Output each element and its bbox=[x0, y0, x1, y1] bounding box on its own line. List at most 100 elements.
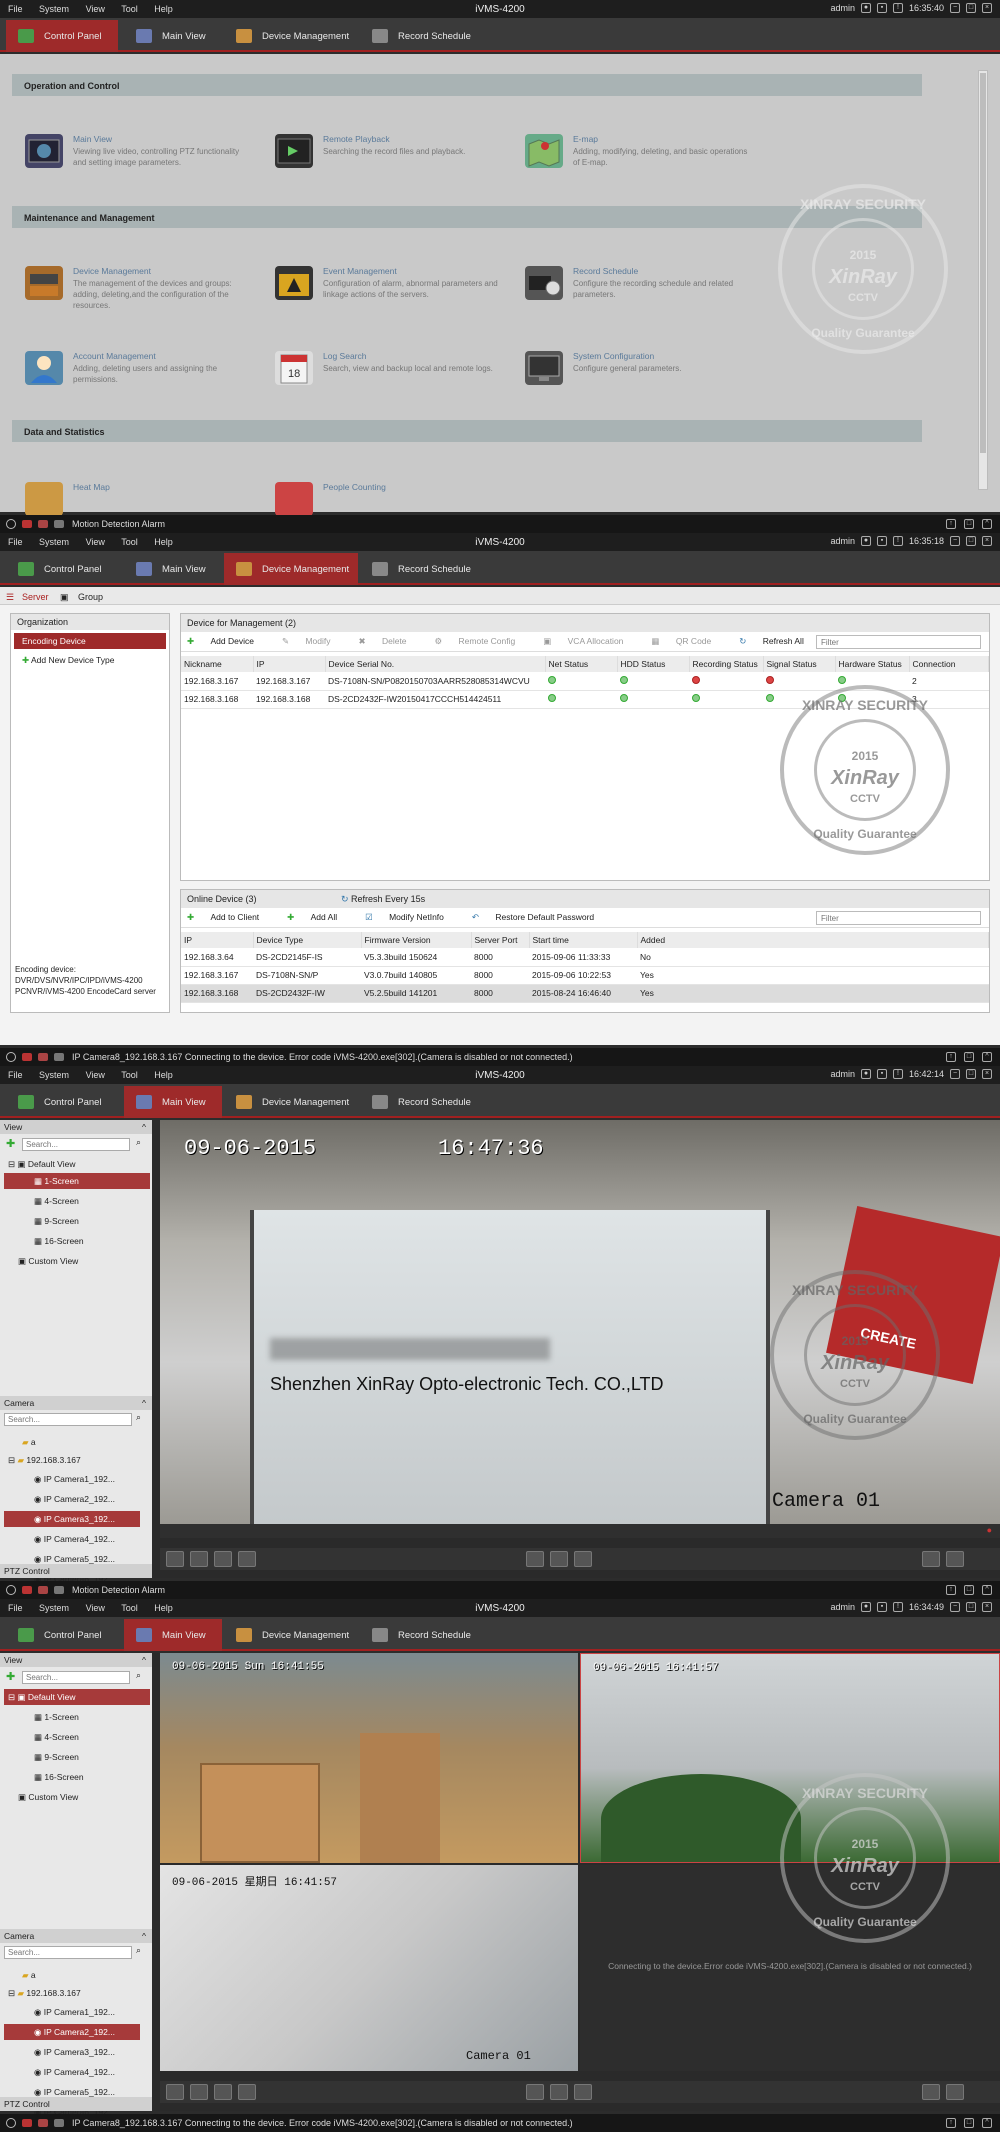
lock-icon[interactable]: ● bbox=[860, 3, 871, 13]
menu-file[interactable]: File bbox=[8, 537, 23, 547]
view-item-9-screen[interactable]: ▦ 9-Screen bbox=[4, 1213, 150, 1229]
window-icon[interactable]: □ bbox=[964, 1052, 974, 1062]
cp-item-emap[interactable]: E-map Adding, modifying, deleting, and b… bbox=[525, 132, 755, 182]
menu-system[interactable]: System bbox=[39, 1070, 69, 1080]
cp-item-system-configuration[interactable]: System Configuration Configure general p… bbox=[525, 349, 755, 399]
add-device-button[interactable]: ✚ Add Device bbox=[187, 636, 268, 647]
view-panel-header[interactable]: View ^ bbox=[0, 1120, 152, 1134]
expand-button[interactable] bbox=[946, 2084, 964, 2100]
toolbar-button[interactable] bbox=[922, 2084, 940, 2100]
lock-icon[interactable]: ● bbox=[860, 1069, 871, 1079]
menu-system[interactable]: System bbox=[39, 1603, 69, 1613]
video-cell-1[interactable]: 09-06-2015 Sun 16:41:55 bbox=[160, 1653, 578, 1863]
menu-view[interactable]: View bbox=[86, 1070, 105, 1080]
camera-item[interactable]: ◉ IP Camera2_192... bbox=[4, 2024, 140, 2040]
tab-control-panel[interactable]: Control Panel bbox=[6, 20, 118, 52]
view-item-9-screen[interactable]: ▦ 9-Screen bbox=[4, 1749, 150, 1765]
add-all-button[interactable]: ✚ Add All bbox=[287, 912, 351, 923]
alarm-icon[interactable]: ! bbox=[892, 3, 903, 13]
expand-button[interactable] bbox=[946, 1551, 964, 1567]
volume-button[interactable] bbox=[238, 2084, 256, 2100]
tab-record-schedule[interactable]: Record Schedule bbox=[360, 1086, 484, 1118]
cp-item-log-search[interactable]: 18 Log Search Search, view and backup lo… bbox=[275, 349, 505, 399]
camera-panel-header[interactable]: Camera ^ bbox=[0, 1929, 152, 1943]
refresh-all-button[interactable]: ↻ Refresh All bbox=[739, 636, 818, 647]
org-item-encoding-device[interactable]: Encoding Device bbox=[14, 633, 166, 649]
camera-panel-header[interactable]: Camera ^ bbox=[0, 1396, 152, 1410]
video-cell-4[interactable]: Connecting to the device.Error code iVMS… bbox=[580, 1865, 1000, 2071]
device-filter-input[interactable] bbox=[816, 635, 981, 649]
minimize-icon[interactable]: − bbox=[950, 1069, 960, 1079]
menu-help[interactable]: Help bbox=[154, 1603, 173, 1613]
scrollbar-thumb[interactable] bbox=[980, 73, 986, 453]
column-header[interactable]: Hardware Status bbox=[835, 656, 910, 672]
add-view-icon[interactable]: ✚ bbox=[6, 1137, 15, 1150]
add-view-icon[interactable]: ✚ bbox=[6, 1670, 15, 1683]
view-item-16-screen[interactable]: ▦ 16-Screen bbox=[4, 1233, 150, 1249]
warning-icon[interactable] bbox=[6, 2118, 16, 2128]
column-header[interactable]: IP bbox=[253, 656, 326, 672]
restore-icon[interactable]: □ bbox=[966, 536, 976, 546]
menu-file[interactable]: File bbox=[8, 1070, 23, 1080]
tab-device-management[interactable]: Device Management bbox=[224, 553, 358, 585]
menu-help[interactable]: Help bbox=[154, 1070, 173, 1080]
alarm-sound-icon[interactable] bbox=[22, 1586, 32, 1594]
org-item-add-device-type[interactable]: ✚ Add New Device Type bbox=[14, 652, 166, 668]
cp-item-record-schedule[interactable]: Record Schedule Configure the recording … bbox=[525, 264, 755, 314]
menu-view[interactable]: View bbox=[86, 1603, 105, 1613]
column-header[interactable]: Nickname bbox=[181, 656, 254, 672]
tab-device-management[interactable]: Device Management bbox=[224, 1086, 354, 1118]
fullscreen-button[interactable] bbox=[214, 1551, 232, 1567]
toolbar-button[interactable] bbox=[922, 1551, 940, 1567]
pin-icon[interactable]: ↑ bbox=[946, 2118, 956, 2128]
camera-group-device[interactable]: ⊟ ▰ 192.168.3.167 bbox=[4, 1452, 85, 1468]
previous-button[interactable] bbox=[550, 2084, 568, 2100]
menu-tool[interactable]: Tool bbox=[121, 537, 138, 547]
tab-control-panel[interactable]: Control Panel bbox=[6, 553, 118, 585]
next-button[interactable] bbox=[574, 1551, 592, 1567]
refresh-every-button[interactable]: ↻ Refresh Every 15s bbox=[341, 894, 425, 905]
column-header[interactable]: Start time bbox=[529, 932, 638, 948]
user-name[interactable]: admin bbox=[830, 3, 855, 13]
alarm-icon[interactable]: ! bbox=[892, 536, 903, 546]
menu-tool[interactable]: Tool bbox=[121, 1603, 138, 1613]
camera-group-a[interactable]: ▰ a bbox=[18, 1434, 40, 1450]
search-icon[interactable]: ⌕ bbox=[136, 1670, 141, 1681]
alarm-clear-icon[interactable] bbox=[54, 2119, 64, 2127]
tab-device-management[interactable]: Device Management bbox=[224, 20, 354, 52]
cycle-button[interactable] bbox=[526, 2084, 544, 2100]
close-icon[interactable]: × bbox=[982, 1069, 992, 1079]
cp-item-event-management[interactable]: Event Management Configuration of alarm,… bbox=[275, 264, 505, 314]
pin-icon[interactable]: ↑ bbox=[946, 1585, 956, 1595]
camera-group-device[interactable]: ⊟ ▰ 192.168.3.167 bbox=[4, 1985, 85, 2001]
cpu-icon[interactable]: ▪ bbox=[876, 1602, 887, 1612]
alarm-clear-icon[interactable] bbox=[54, 1053, 64, 1061]
window-icon[interactable]: □ bbox=[964, 2118, 974, 2128]
menu-help[interactable]: Help bbox=[154, 4, 173, 14]
table-row[interactable]: 192.168.3.167 192.168.3.167 DS-7108N-SN/… bbox=[181, 672, 989, 691]
view-item-4-screen[interactable]: ▦ 4-Screen bbox=[4, 1729, 150, 1745]
menu-system[interactable]: System bbox=[39, 537, 69, 547]
alarm-sound-icon[interactable] bbox=[22, 2119, 32, 2127]
cp-item-main-view[interactable]: Main View Viewing live video, controllin… bbox=[25, 132, 255, 182]
chevron-up-icon[interactable]: ^ bbox=[142, 1931, 146, 1941]
collapse-icon[interactable]: ^ bbox=[982, 1585, 992, 1595]
camera-item[interactable]: ◉ IP Camera3_192... bbox=[4, 1511, 140, 1527]
lock-icon[interactable]: ● bbox=[860, 536, 871, 546]
qr-code-button[interactable]: ▦ QR Code bbox=[651, 636, 725, 647]
table-row[interactable]: 192.168.3.167 DS-7108N-SN/P V3.0.7build … bbox=[181, 966, 989, 985]
user-name[interactable]: admin bbox=[830, 1602, 855, 1612]
menu-tool[interactable]: Tool bbox=[121, 1070, 138, 1080]
camera-group-a[interactable]: ▰ a bbox=[18, 1967, 40, 1983]
column-header[interactable]: Connection bbox=[909, 656, 989, 672]
user-name[interactable]: admin bbox=[830, 536, 855, 546]
cp-item-remote-playback[interactable]: Remote Playback Searching the record fil… bbox=[275, 132, 505, 182]
tab-record-schedule[interactable]: Record Schedule bbox=[360, 20, 484, 52]
modify-button[interactable]: ✎ Modify bbox=[282, 636, 345, 647]
minimize-icon[interactable]: − bbox=[950, 536, 960, 546]
view-tree-default[interactable]: ⊟ ▣ Default View bbox=[4, 1689, 150, 1705]
menu-file[interactable]: File bbox=[8, 4, 23, 14]
ptz-control-header[interactable]: PTZ Control bbox=[0, 1564, 152, 1578]
alarm-sound-icon[interactable] bbox=[22, 1053, 32, 1061]
video-window[interactable]: Shenzhen XinRay Opto-electronic Tech. CO… bbox=[160, 1120, 1000, 1524]
